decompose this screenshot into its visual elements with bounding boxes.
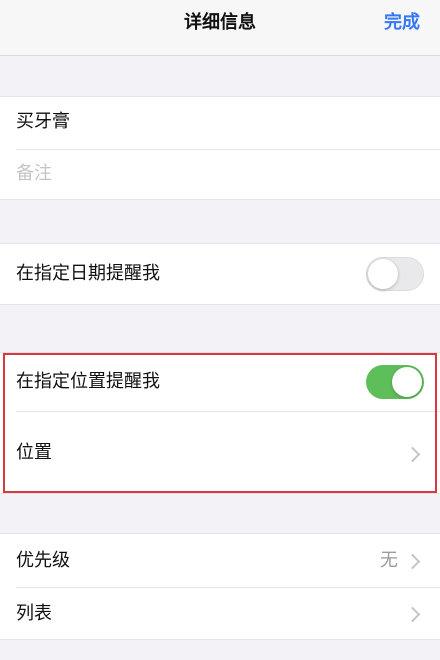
- task-info-group: 买牙膏 备注: [0, 96, 440, 200]
- toggle-knob: [392, 367, 422, 397]
- title-field[interactable]: 买牙膏: [0, 97, 440, 149]
- location-reminder-group: 在指定位置提醒我 位置: [0, 352, 440, 494]
- chevron-right-icon: [404, 553, 421, 570]
- location-reminder-label: 在指定位置提醒我: [16, 371, 160, 392]
- notes-field[interactable]: 备注: [0, 149, 440, 201]
- date-reminder-toggle[interactable]: [366, 257, 424, 291]
- date-reminder-group: 在指定日期提醒我: [0, 243, 440, 305]
- priority-value: 无: [380, 550, 398, 571]
- priority-list-group: 优先级 无 列表: [0, 533, 440, 640]
- toggle-knob: [368, 259, 398, 289]
- chevron-right-icon: [404, 446, 421, 463]
- done-button[interactable]: 完成: [384, 8, 420, 34]
- date-reminder-row: 在指定日期提醒我: [0, 244, 440, 306]
- list-row[interactable]: 列表: [0, 588, 440, 641]
- priority-label: 优先级: [16, 550, 70, 571]
- list-label: 列表: [16, 603, 52, 624]
- priority-row[interactable]: 优先级 无: [0, 534, 440, 587]
- location-row[interactable]: 位置: [0, 412, 440, 494]
- title-text: 买牙膏: [16, 111, 70, 132]
- location-reminder-row: 在指定位置提醒我: [0, 353, 440, 411]
- chevron-right-icon: [404, 606, 421, 623]
- page-title: 详细信息: [184, 12, 256, 33]
- navigation-bar: 详细信息 完成: [0, 0, 440, 56]
- location-label: 位置: [16, 442, 52, 463]
- date-reminder-label: 在指定日期提醒我: [16, 263, 160, 284]
- notes-placeholder: 备注: [16, 163, 52, 184]
- location-reminder-toggle[interactable]: [366, 365, 424, 399]
